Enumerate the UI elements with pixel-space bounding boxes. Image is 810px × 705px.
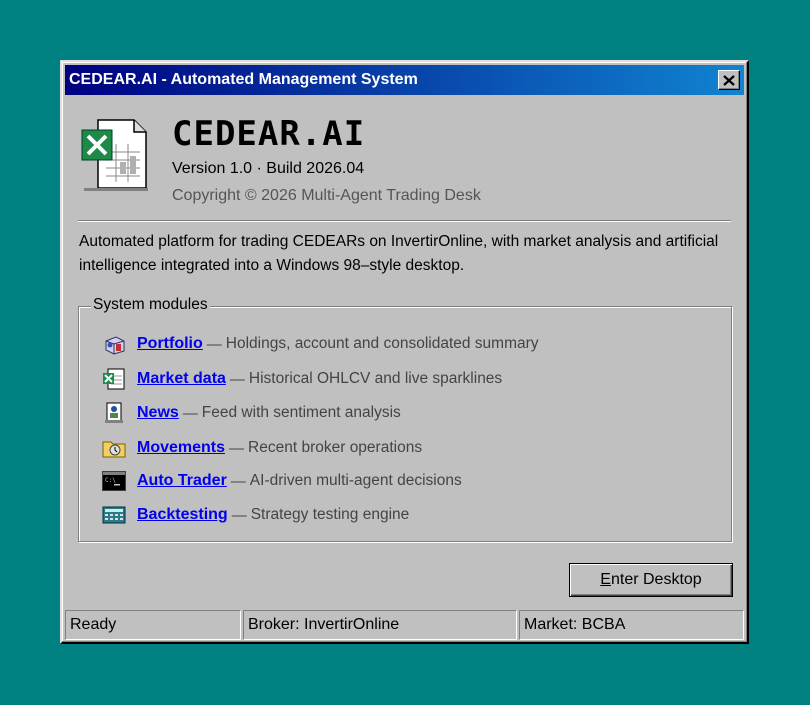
module-desc-movements: Recent broker operations xyxy=(248,439,423,456)
module-backtesting: Backtesting — Strategy testing engine xyxy=(101,502,409,528)
spreadsheet-icon xyxy=(101,367,127,391)
module-separator: — xyxy=(231,506,247,524)
module-desc-auto-trader: AI-driven multi-agent decisions xyxy=(249,472,462,489)
title-bar[interactable]: CEDEAR.AI - Automated Management System xyxy=(65,65,744,95)
close-icon xyxy=(723,74,735,86)
status-market: Market: BCBA xyxy=(519,610,744,640)
window-title: CEDEAR.AI - Automated Management System xyxy=(69,71,418,88)
module-movements: Movements — Recent broker operations xyxy=(101,435,422,461)
about-header: CEDEAR.AI Version 1.0 · Build 2026.04 Co… xyxy=(80,114,729,224)
app-name: CEDEAR.AI xyxy=(172,114,366,154)
main-window: CEDEAR.AI - Automated Management System … xyxy=(60,60,749,644)
enter-desktop-label: nter Desktop xyxy=(610,571,702,588)
module-link-news[interactable]: News xyxy=(137,404,179,422)
status-broker: Broker: InvertirOnline xyxy=(243,610,517,640)
module-link-market-data[interactable]: Market data xyxy=(137,370,226,388)
module-separator: — xyxy=(182,404,198,422)
module-separator: — xyxy=(206,335,222,353)
module-separator: — xyxy=(229,439,245,457)
module-separator: — xyxy=(229,370,245,388)
modules-group: System modules Portfolio — Holdings, acc… xyxy=(78,296,732,542)
portfolio-icon xyxy=(101,332,127,356)
module-link-portfolio[interactable]: Portfolio xyxy=(137,335,203,353)
enter-desktop-accelerator: E xyxy=(600,571,611,588)
close-button[interactable] xyxy=(718,70,740,90)
modules-legend: System modules xyxy=(91,296,210,314)
module-separator: — xyxy=(230,472,246,490)
module-auto-trader: C:\ Auto Trader — AI-driven multi-agent … xyxy=(101,468,462,494)
divider xyxy=(78,220,731,222)
spreadsheet-app-icon xyxy=(81,119,148,191)
calculator-icon xyxy=(101,503,127,527)
module-portfolio: Portfolio — Holdings, account and consol… xyxy=(101,331,539,357)
module-link-backtesting[interactable]: Backtesting xyxy=(137,506,228,524)
version-text: Version 1.0 · Build 2026.04 xyxy=(172,160,365,177)
folder-icon xyxy=(101,436,127,460)
module-link-movements[interactable]: Movements xyxy=(137,439,225,457)
module-desc-backtesting: Strategy testing engine xyxy=(250,506,410,523)
status-ready: Ready xyxy=(65,610,241,640)
module-link-auto-trader[interactable]: Auto Trader xyxy=(137,472,227,490)
module-market-data: Market data — Historical OHLCV and live … xyxy=(101,366,502,392)
status-bar: Ready Broker: InvertirOnline Market: BCB… xyxy=(65,610,744,640)
svg-text:C:\: C:\ xyxy=(105,477,116,484)
module-desc-news: Feed with sentiment analysis xyxy=(201,404,401,421)
module-news: News — Feed with sentiment analysis xyxy=(101,400,401,426)
terminal-icon: C:\ xyxy=(101,469,127,493)
document-icon xyxy=(101,401,127,425)
description-text: Automated platform for trading CEDEARs o… xyxy=(79,233,719,274)
module-desc-market-data: Historical OHLCV and live sparklines xyxy=(248,370,503,387)
enter-desktop-button[interactable]: Enter Desktop xyxy=(569,563,733,597)
copyright-text: Copyright © 2026 Multi-Agent Trading Des… xyxy=(172,187,481,204)
module-desc-portfolio: Holdings, account and consolidated summa… xyxy=(225,335,539,352)
